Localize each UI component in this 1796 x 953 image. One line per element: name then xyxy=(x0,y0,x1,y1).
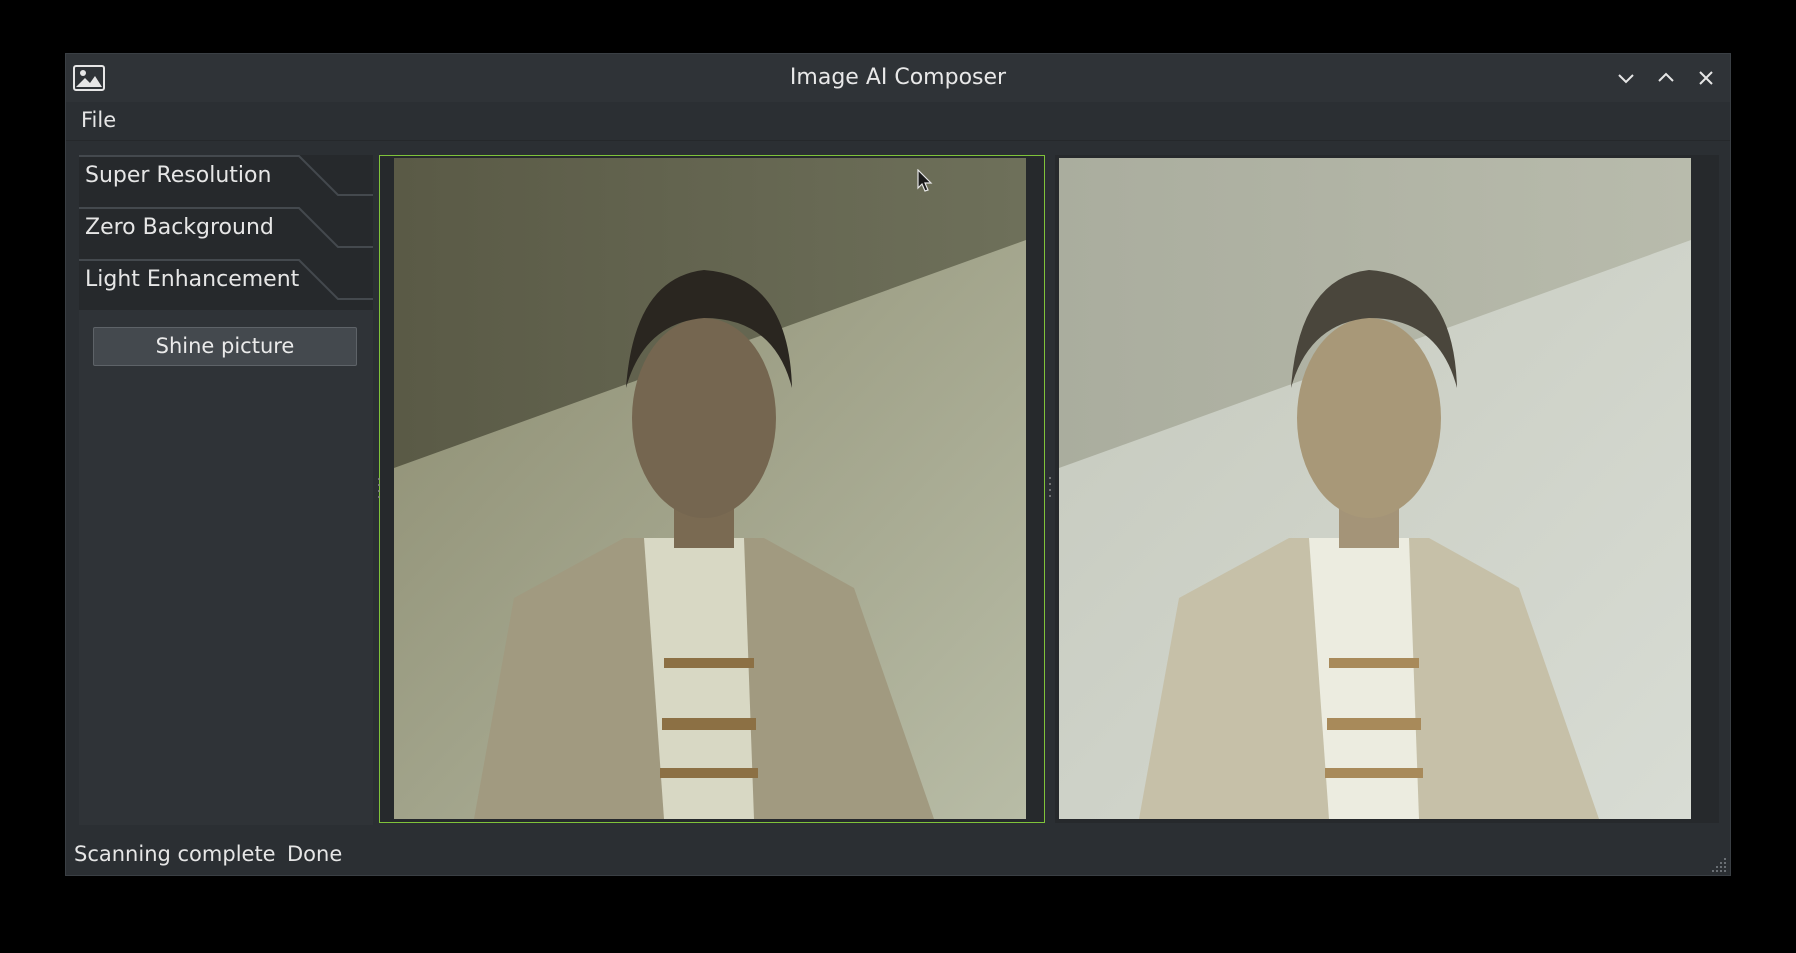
mouse-pointer-icon xyxy=(917,169,933,192)
app-window: Image AI Composer File Super Resolution … xyxy=(65,53,1731,876)
window-title: Image AI Composer xyxy=(789,65,1007,90)
menu-file[interactable]: File xyxy=(81,108,116,132)
tab-label: Super Resolution xyxy=(85,163,272,188)
splitter-handle-icon[interactable] xyxy=(1048,475,1052,503)
close-icon[interactable] xyxy=(1694,66,1718,90)
input-image-viewer[interactable] xyxy=(377,155,1045,823)
tab-super-resolution[interactable]: Super Resolution xyxy=(79,155,373,207)
sidebar: Super Resolution Zero Background Light E… xyxy=(79,155,373,825)
splitter-handle-icon[interactable] xyxy=(377,476,381,504)
title-bar[interactable]: Image AI Composer xyxy=(66,54,1730,102)
maximize-icon[interactable] xyxy=(1654,66,1678,90)
resize-grip-icon[interactable] xyxy=(1712,856,1728,872)
shine-picture-button[interactable]: Shine picture xyxy=(93,327,357,366)
status-message: Scanning complete xyxy=(74,842,276,866)
minimize-icon[interactable] xyxy=(1614,66,1638,90)
output-image-viewer[interactable] xyxy=(1049,155,1719,823)
tab-zero-background[interactable]: Zero Background xyxy=(79,207,373,259)
output-photo xyxy=(1059,158,1691,819)
tab-light-enhancement[interactable]: Light Enhancement xyxy=(79,259,373,311)
tab-label: Zero Background xyxy=(85,215,274,240)
status-result: Done xyxy=(287,842,343,866)
status-bar: Scanning complete Done xyxy=(66,834,1730,874)
tab-label: Light Enhancement xyxy=(85,267,300,292)
light-enhancement-panel: Shine picture xyxy=(79,310,373,825)
input-photo xyxy=(394,158,1026,819)
menu-bar: File xyxy=(66,102,1730,141)
